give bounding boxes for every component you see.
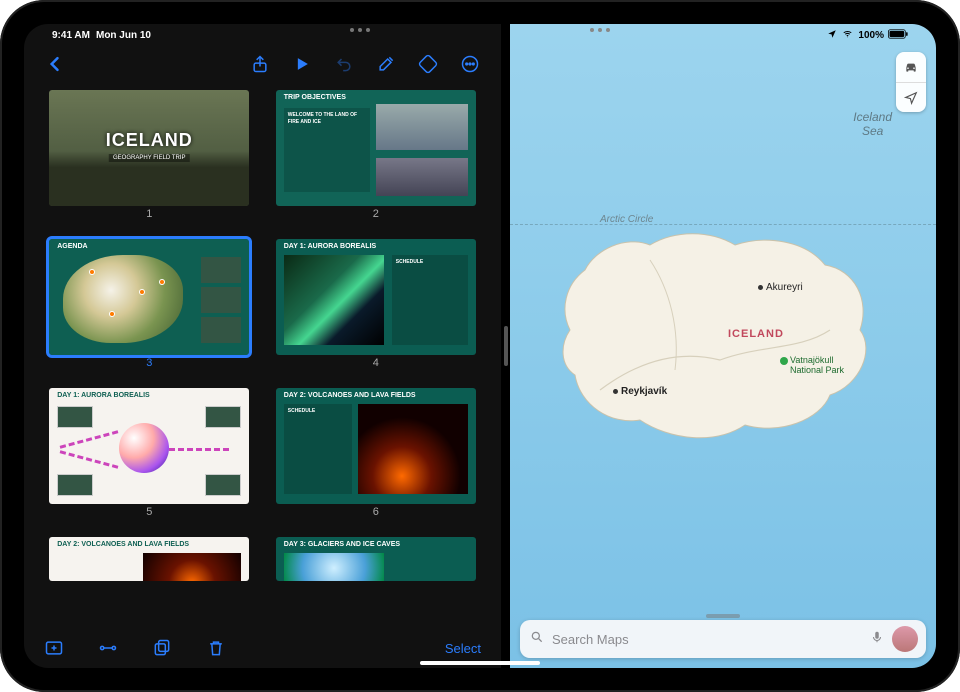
keynote-app: ICELAND GEOGRAPHY FIELD TRIP 1 TRIP OBJE… — [24, 24, 501, 668]
slide-3-title: AGENDA — [57, 243, 87, 250]
slide-thumbnail-4[interactable]: DAY 1: AURORA BOREALIS SCHEDULE 4 — [269, 239, 484, 384]
delete-button[interactable] — [206, 638, 226, 658]
maps-app[interactable]: Iceland Sea Arctic Circle ICELAND Reykja… — [510, 24, 936, 668]
slide-number: 4 — [373, 357, 379, 369]
add-slide-button[interactable] — [44, 638, 64, 658]
keynote-toolbar — [24, 44, 501, 84]
park-vatnajokull[interactable]: Vatnajökull National Park — [780, 356, 844, 376]
map-labels: Iceland Sea Arctic Circle ICELAND Reykja… — [510, 24, 936, 668]
select-button[interactable]: Select — [445, 641, 481, 656]
slide-5-title: DAY 1: AURORA BOREALIS — [57, 392, 149, 399]
screen: 9:41 AM Mon Jun 10 100% — [24, 24, 936, 668]
slide-number: 3 — [146, 357, 152, 369]
slide-8-title: DAY 3: GLACIERS AND ICE CAVES — [284, 541, 400, 548]
slide-number: 5 — [146, 506, 152, 518]
shape-button[interactable] — [415, 51, 441, 77]
multitask-dots — [350, 28, 610, 32]
account-avatar[interactable] — [892, 626, 918, 652]
city-reykjavik[interactable]: Reykjavík — [613, 386, 667, 397]
slide-2-title: TRIP OBJECTIVES — [284, 94, 346, 101]
slide-7-title: DAY 2: VOLCANOES AND LAVA FIELDS — [57, 541, 189, 548]
sea-label: Iceland Sea — [853, 110, 892, 139]
microphone-icon[interactable] — [870, 628, 884, 651]
slide-thumbnail-8[interactable]: DAY 3: GLACIERS AND ICE CAVES — [269, 537, 484, 628]
maps-search-bar[interactable]: Search Maps — [520, 620, 926, 658]
slide-6-title: DAY 2: VOLCANOES AND LAVA FIELDS — [284, 392, 416, 399]
divider-handle-icon — [504, 326, 508, 366]
city-akureyri[interactable]: Akureyri — [758, 282, 803, 293]
more-button[interactable] — [457, 51, 483, 77]
back-button[interactable] — [42, 51, 68, 77]
paintbrush-button[interactable] — [373, 51, 399, 77]
undo-button[interactable] — [331, 51, 357, 77]
search-input[interactable]: Search Maps — [552, 632, 862, 647]
arctic-circle-label: Arctic Circle — [600, 214, 653, 225]
transition-button[interactable] — [98, 638, 118, 658]
country-label: ICELAND — [728, 328, 784, 340]
slide-1-subtitle: GEOGRAPHY FIELD TRIP — [109, 154, 189, 162]
slide-thumbnail-6[interactable]: DAY 2: VOLCANOES AND LAVA FIELDS SCHEDUL… — [269, 388, 484, 533]
slide-number: 2 — [373, 208, 379, 220]
duplicate-button[interactable] — [152, 638, 172, 658]
search-icon — [530, 630, 544, 649]
slide-thumbnail-1[interactable]: ICELAND GEOGRAPHY FIELD TRIP 1 — [42, 90, 257, 235]
ipad-device-frame: 9:41 AM Mon Jun 10 100% — [0, 0, 960, 692]
home-indicator[interactable] — [420, 661, 540, 665]
maps-card-grabber[interactable] — [706, 614, 740, 618]
slide-number: 6 — [373, 506, 379, 518]
slide-thumbnail-5[interactable]: DAY 1: AURORA BOREALIS 5 — [42, 388, 257, 533]
slide-thumbnail-7[interactable]: DAY 2: VOLCANOES AND LAVA FIELDS — [42, 537, 257, 628]
slide-grid[interactable]: ICELAND GEOGRAPHY FIELD TRIP 1 TRIP OBJE… — [24, 84, 501, 628]
map-mode-button[interactable] — [896, 52, 926, 82]
play-button[interactable] — [289, 51, 315, 77]
split-view-divider[interactable] — [501, 24, 510, 668]
share-button[interactable] — [247, 51, 273, 77]
slide-4-title: DAY 1: AURORA BOREALIS — [284, 243, 376, 250]
slide-thumbnail-2[interactable]: TRIP OBJECTIVES WELCOME TO THE LAND OF F… — [269, 90, 484, 235]
slide-1-title: ICELAND — [106, 130, 193, 151]
slide-number: 1 — [146, 208, 152, 220]
slide-thumbnail-3[interactable]: AGENDA 3 — [42, 239, 257, 384]
map-controls — [896, 52, 926, 112]
map-locate-button[interactable] — [896, 82, 926, 112]
